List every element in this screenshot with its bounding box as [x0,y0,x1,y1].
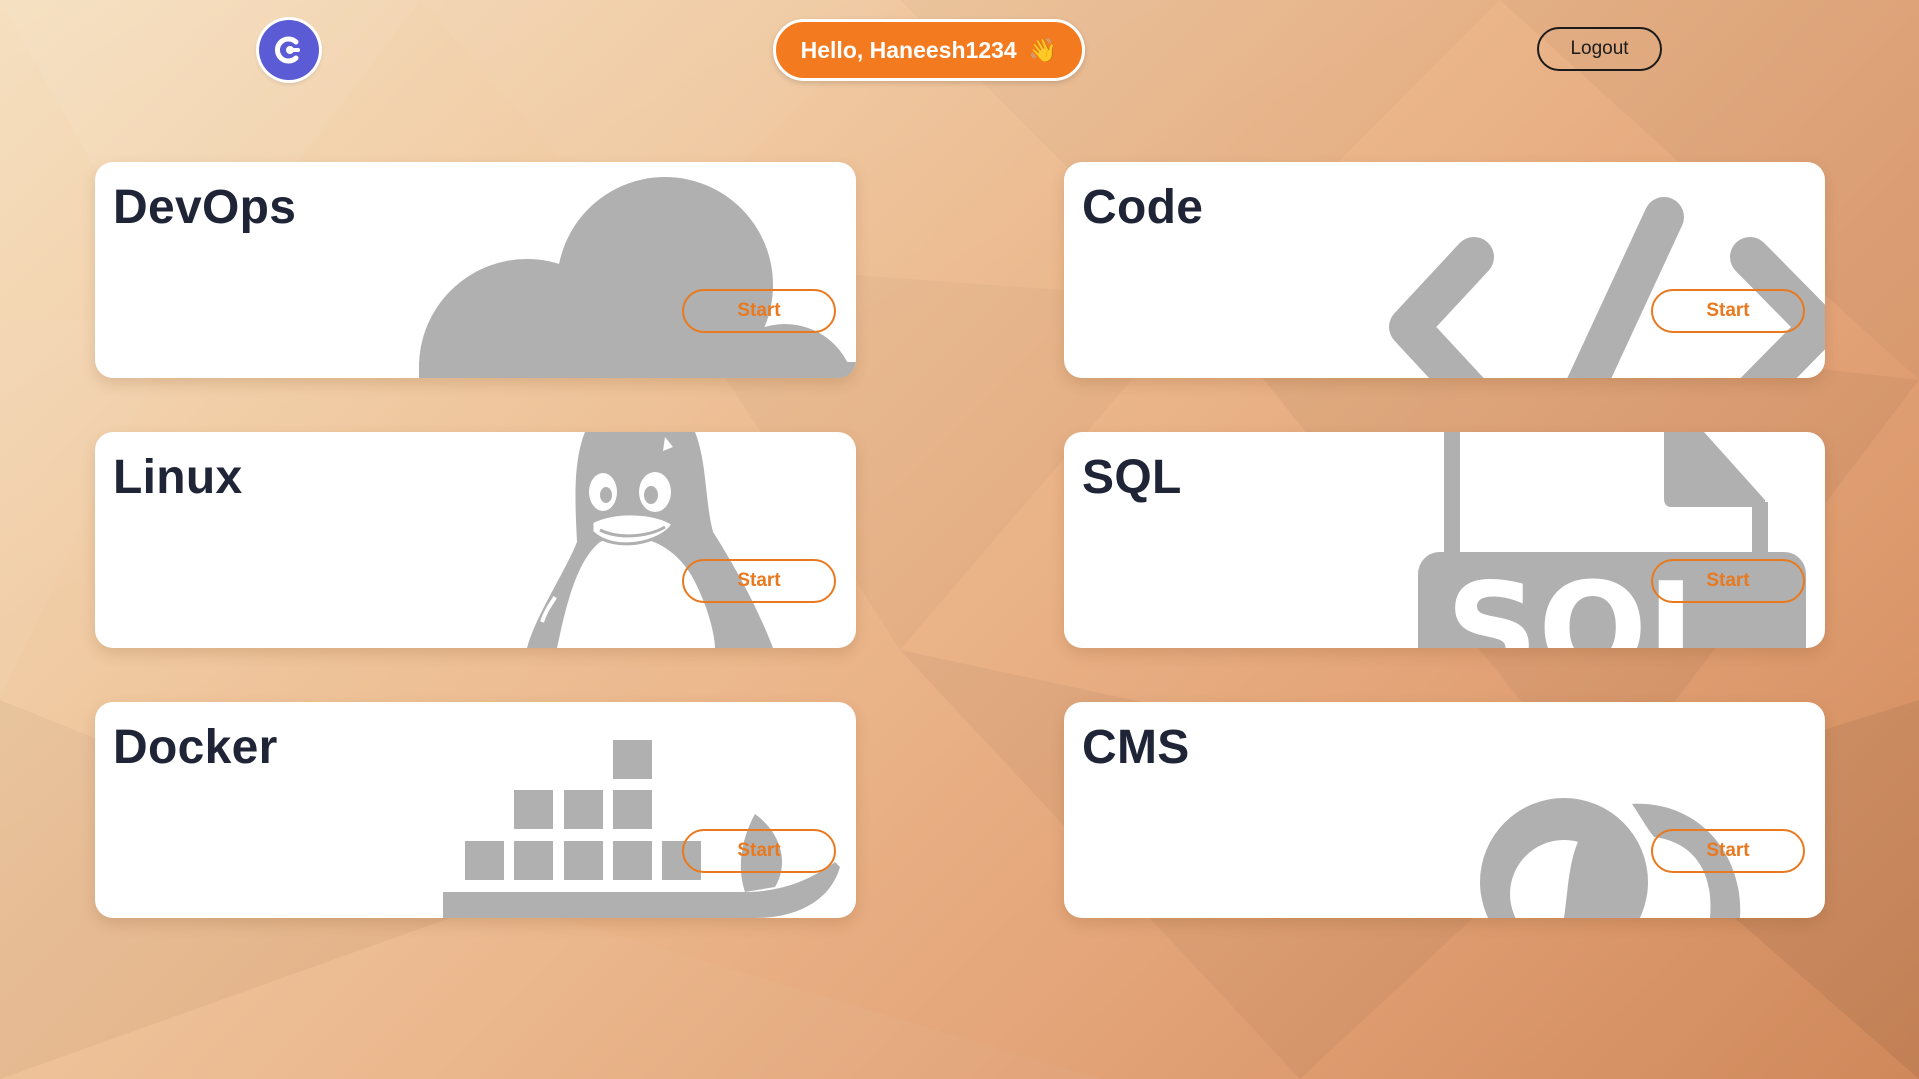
card-title: CMS [1082,721,1190,774]
course-card-devops[interactable]: DevOps Start [95,162,856,378]
course-card-linux[interactable]: Linux Start [95,432,856,648]
course-card-code[interactable]: Code Start [1064,162,1825,378]
course-card-cms[interactable]: CMS Start [1064,702,1825,918]
card-title: DevOps [113,181,297,234]
waving-hand-icon: 👋 [1028,36,1058,63]
logout-button[interactable]: Logout [1537,27,1662,71]
card-title: SQL [1082,451,1182,504]
start-button[interactable]: Start [682,829,836,873]
start-button[interactable]: Start [682,559,836,603]
power-c-logo-icon [275,36,300,64]
start-button[interactable]: Start [1651,829,1805,873]
card-title: Linux [113,451,243,504]
start-button[interactable]: Start [1651,559,1805,603]
greeting-badge: Hello, Haneesh1234 👋 [773,19,1085,81]
course-card-sql[interactable]: SQL SQL Start [1064,432,1825,648]
start-button[interactable]: Start [1651,289,1805,333]
greeting-text: Hello, Haneesh1234 [800,36,1017,63]
logo[interactable] [259,20,319,80]
card-title: Code [1082,181,1204,234]
card-title: Docker [113,721,278,774]
course-card-docker[interactable]: Docker Start [95,702,856,918]
start-button[interactable]: Start [682,289,836,333]
